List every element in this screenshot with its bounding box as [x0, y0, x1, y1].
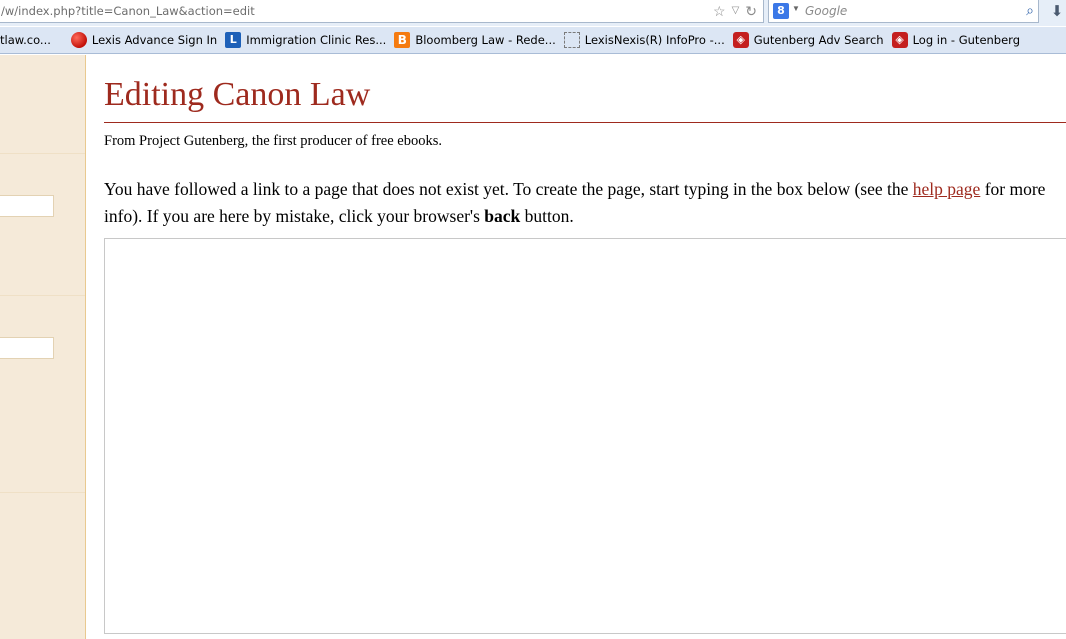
sidebar-input[interactable] [0, 195, 54, 217]
bookmark-label: LexisNexis(R) InfoPro -... [584, 33, 725, 47]
intro-text: You have followed a link to a page that … [104, 176, 1066, 230]
bookmarks-toolbar: tlaw.co... Lexis Advance Sign In L Immig… [0, 27, 1066, 54]
url-bar-icons: ☆ ▽ ↻ [713, 2, 757, 20]
edit-textarea[interactable] [104, 238, 1066, 634]
bookmark-item[interactable]: ◈ Gutenberg Adv Search [730, 29, 887, 51]
bookmark-item[interactable]: L Immigration Clinic Res... [222, 29, 389, 51]
bookmark-label: Lexis Advance Sign In [91, 33, 218, 47]
bookmark-label: Gutenberg Adv Search [753, 33, 884, 47]
back-word: back [484, 206, 521, 226]
url-text[interactable]: /w/index.php?title=Canon_Law&action=edit [1, 4, 255, 18]
bookmark-item[interactable]: tlaw.co... [0, 29, 54, 51]
sidebar-divider [0, 153, 85, 154]
intro-text-part: button. [520, 206, 574, 226]
sidebar-divider [0, 492, 85, 493]
help-page-link[interactable]: help page [913, 179, 981, 199]
title-divider [104, 122, 1066, 123]
url-bar[interactable]: /w/index.php?title=Canon_Law&action=edit… [0, 0, 764, 23]
bookmark-item[interactable]: B Bloomberg Law - Rede... [391, 29, 558, 51]
bookmark-item[interactable]: Lexis Advance Sign In [68, 29, 220, 51]
sidebar-input[interactable] [0, 337, 54, 359]
intro-text-part: You have followed a link to a page that … [104, 179, 913, 199]
reload-icon[interactable]: ↻ [745, 2, 757, 20]
dropdown-arrow-icon[interactable]: ▽ [732, 2, 740, 20]
bookmark-label: Log in - Gutenberg [912, 33, 1021, 47]
b-orange-icon: B [394, 32, 411, 48]
google-engine-icon[interactable]: 8 [773, 3, 789, 19]
bookmark-star-icon[interactable]: ☆ [713, 2, 726, 20]
download-icon[interactable]: ⬇ [1048, 2, 1066, 22]
bookmark-label: Immigration Clinic Res... [246, 33, 387, 47]
sidebar [0, 55, 86, 639]
gutenberg-icon: ◈ [732, 32, 749, 48]
bookmark-item[interactable]: LexisNexis(R) InfoPro -... [561, 29, 728, 51]
sidebar-divider [0, 295, 85, 296]
blank-page-icon [563, 32, 580, 48]
lexis-red-icon [70, 32, 87, 48]
search-bar[interactable]: 8 ▼ Google ⌕ [768, 0, 1039, 23]
search-input[interactable]: Google [805, 4, 847, 18]
page-title: Editing Canon Law [104, 76, 371, 113]
l-blue-icon: L [225, 32, 242, 48]
navigation-toolbar: /w/index.php?title=Canon_Law&action=edit… [0, 0, 1066, 26]
site-tagline: From Project Gutenberg, the first produc… [104, 133, 442, 149]
search-magnifier-icon[interactable]: ⌕ [1026, 2, 1034, 19]
search-engine-dropdown-icon[interactable]: ▼ [792, 4, 800, 13]
bookmark-label: Bloomberg Law - Rede... [415, 33, 556, 47]
gutenberg-icon: ◈ [891, 32, 908, 48]
bookmark-label: tlaw.co... [0, 33, 51, 47]
bookmark-item[interactable]: ◈ Log in - Gutenberg [889, 29, 1023, 51]
